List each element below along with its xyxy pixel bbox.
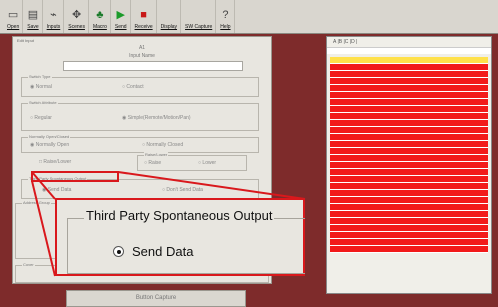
- zoom-callout: Third Party Spontaneous Output Send Data: [55, 198, 305, 276]
- zoom-tpso-title: Third Party Spontaneous Output: [84, 208, 275, 223]
- callout-line-right: [117, 171, 306, 200]
- callout-source-box: [31, 171, 119, 182]
- zoom-send-data-label: Send Data: [132, 244, 194, 259]
- radio-selected-icon: [113, 246, 124, 257]
- zoom-radio-send-data[interactable]: Send Data: [113, 244, 193, 259]
